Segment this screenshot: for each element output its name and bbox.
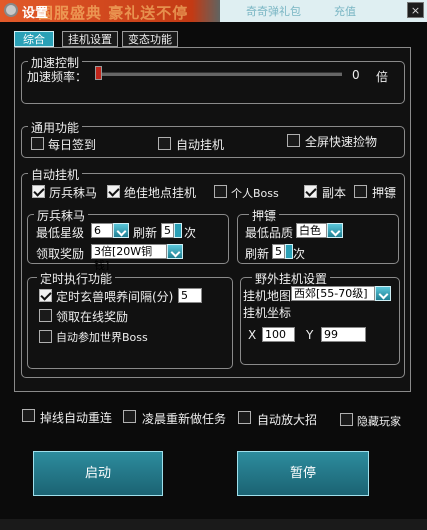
claim-reward-dropdown-icon[interactable]	[167, 244, 183, 259]
tab-hang-settings[interactable]: 挂机设置	[62, 31, 118, 47]
personal-boss-checkbox[interactable]	[214, 185, 227, 198]
x-coord-input[interactable]: 100	[262, 327, 295, 342]
auto-hang-checkbox[interactable]	[158, 137, 171, 150]
auto-hang-label: 自动挂机	[176, 138, 225, 152]
best-spot-label: 绝佳地点挂机	[124, 186, 197, 200]
general-group-title: 通用功能	[28, 119, 83, 136]
pause-button[interactable]: 暂停	[237, 451, 369, 496]
hide-players-label: 隐藏玩家	[357, 415, 401, 428]
escort-times-unit: 次	[293, 247, 306, 261]
min-quality-select[interactable]: 白色	[296, 223, 327, 238]
online-reward-label: 领取在线奖励	[56, 310, 129, 324]
claim-reward-select[interactable]: 3倍[20W铜钱]	[91, 244, 167, 272]
min-star-dropdown-icon[interactable]	[113, 223, 129, 238]
accel-unit: 倍	[376, 70, 389, 84]
auto-ultimate-label: 自动放大招	[257, 413, 318, 427]
dungeon-label: 副本	[322, 186, 347, 200]
libing-refresh-spinner[interactable]	[174, 223, 182, 238]
background-banner-text: 国服盛典 豪礼送不停	[38, 4, 189, 22]
auto-reconnect-checkbox[interactable]	[22, 409, 35, 422]
accel-slider-track[interactable]	[96, 72, 342, 76]
daily-signin-label: 每日签到	[48, 138, 97, 152]
escort-refresh-label: 刷新	[245, 247, 270, 261]
bottom-strip	[0, 519, 427, 530]
redo-tasks-checkbox[interactable]	[123, 410, 136, 423]
escort-group-title: 押镖	[249, 207, 280, 224]
tab-general[interactable]: 综合	[14, 31, 54, 47]
gift-pack-link[interactable]: 奇奇弹礼包	[246, 3, 301, 19]
escort-label: 押镖	[372, 186, 397, 200]
hang-map-label: 挂机地图	[243, 289, 292, 303]
online-reward-checkbox[interactable]	[39, 309, 52, 322]
daily-signin-checkbox[interactable]	[31, 137, 44, 150]
auto-ultimate-checkbox[interactable]	[238, 411, 251, 424]
min-quality-dropdown-icon[interactable]	[327, 223, 343, 238]
min-star-label: 最低星级	[36, 226, 85, 240]
dungeon-checkbox[interactable]	[304, 185, 317, 198]
fullscreen-pickup-checkbox[interactable]	[287, 134, 300, 147]
pet-feed-label: 定时玄兽喂养间隔(分)	[56, 290, 174, 304]
x-label: X	[248, 328, 257, 342]
recharge-link[interactable]: 充值	[334, 3, 356, 19]
best-spot-checkbox[interactable]	[107, 185, 120, 198]
libing-group-title: 厉兵秣马	[34, 207, 89, 224]
min-star-input[interactable]: 6	[91, 223, 113, 238]
hang-map-dropdown-icon[interactable]	[375, 286, 391, 301]
tab-special-functions[interactable]: 变态功能	[122, 31, 178, 47]
auto-group-title: 自动挂机	[28, 166, 83, 183]
pet-feed-checkbox[interactable]	[39, 289, 52, 302]
timed-group-title: 定时执行功能	[37, 270, 116, 287]
libing-refresh-input[interactable]: 5	[161, 223, 174, 238]
redo-tasks-label: 凌晨重新做任务	[142, 412, 227, 426]
start-button[interactable]: 启动	[33, 451, 163, 496]
libing-times-unit: 次	[184, 226, 197, 240]
world-boss-checkbox[interactable]	[39, 330, 52, 343]
personal-boss-label: 个人Boss	[231, 187, 279, 200]
libing-label: 厉兵秣马	[49, 186, 98, 200]
y-coord-input[interactable]: 99	[321, 327, 366, 342]
escort-checkbox[interactable]	[354, 185, 367, 198]
escort-refresh-input[interactable]: 5	[272, 244, 285, 259]
field-group-title: 野外挂机设置	[252, 270, 331, 287]
accel-slider-handle[interactable]	[95, 66, 102, 80]
hide-players-checkbox[interactable]	[340, 413, 353, 426]
claim-reward-label: 领取奖励	[36, 247, 85, 261]
hang-map-select[interactable]: 西郊[55-70级]	[291, 286, 375, 301]
hang-coord-label: 挂机坐标	[243, 306, 292, 320]
accel-value: 0	[352, 68, 360, 82]
escort-refresh-spinner[interactable]	[285, 244, 293, 259]
pet-feed-interval-input[interactable]: 5	[178, 288, 202, 303]
auto-reconnect-label: 掉线自动重连	[40, 411, 113, 425]
min-quality-label: 最低品质	[245, 226, 294, 240]
gear-icon	[4, 3, 18, 17]
world-boss-label: 自动参加世界Boss	[56, 331, 148, 344]
y-label: Y	[306, 328, 314, 342]
window-title: 设置	[22, 6, 49, 21]
accel-freq-label: 加速频率：	[27, 70, 88, 84]
fullscreen-pickup-label: 全屏快速捡物	[305, 135, 378, 149]
libing-refresh-label: 刷新	[133, 226, 158, 240]
close-button[interactable]: ×	[407, 2, 424, 18]
libing-checkbox[interactable]	[32, 185, 45, 198]
